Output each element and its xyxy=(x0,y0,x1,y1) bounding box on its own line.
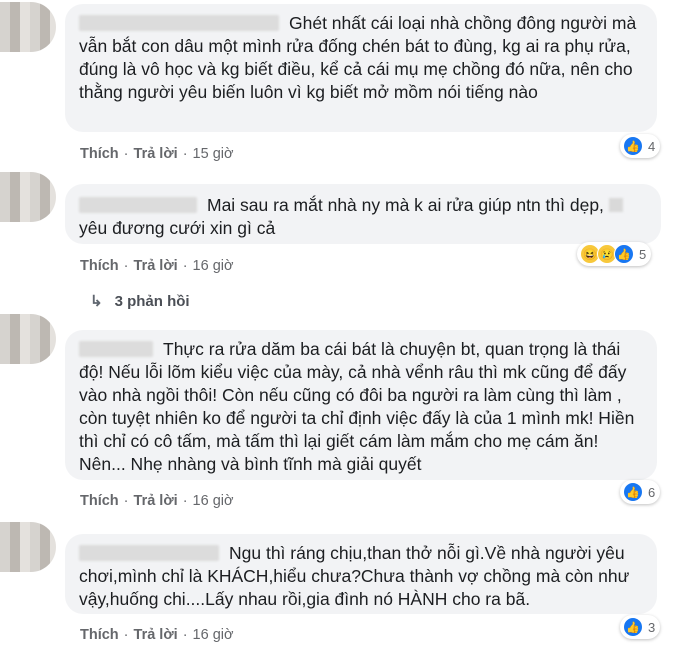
timestamp[interactable]: 16 giờ xyxy=(193,493,234,509)
blurred-author-name[interactable] xyxy=(79,197,197,213)
reaction-summary[interactable]: 👍 3 xyxy=(620,615,661,639)
like-icon: 👍 xyxy=(614,244,634,264)
avatar[interactable] xyxy=(0,172,56,222)
reply-arrow-icon: ↳ xyxy=(90,293,103,310)
like-icon: 👍 xyxy=(623,482,643,502)
blurred-author-name[interactable] xyxy=(79,545,219,561)
comment-text-line2: yêu đương cưới xin gì cả xyxy=(79,218,276,238)
reaction-summary[interactable]: 😆 😢 👍 5 xyxy=(577,242,652,266)
like-icon: 👍 xyxy=(623,136,643,156)
comment-text: Thực ra rửa dăm ba cái bát là chuyện bt,… xyxy=(79,339,635,474)
blurred-author-name[interactable] xyxy=(79,341,153,357)
reaction-summary[interactable]: 👍 6 xyxy=(620,480,661,504)
timestamp[interactable]: 15 giờ xyxy=(193,146,234,162)
reply-link[interactable]: Trả lời xyxy=(134,627,178,643)
reply-link[interactable]: Trả lời xyxy=(134,493,178,509)
reaction-count: 4 xyxy=(648,138,656,154)
blurred-emoji xyxy=(608,198,623,212)
avatar[interactable] xyxy=(0,2,56,52)
avatar[interactable] xyxy=(0,522,56,572)
comment-actions: Thích · Trả lời · 16 giờ xyxy=(80,493,234,509)
view-replies-link[interactable]: ↳ 3 phản hồi xyxy=(90,292,190,310)
comment-bubble: Thực ra rửa dăm ba cái bát là chuyện bt,… xyxy=(65,330,657,480)
reaction-count: 5 xyxy=(639,246,647,262)
comment-bubble: Ghét nhất cái loại nhà chồng đông người … xyxy=(65,4,657,132)
like-link[interactable]: Thích xyxy=(80,627,119,643)
comment-actions: Thích · Trả lời · 16 giờ xyxy=(80,627,234,643)
reply-link[interactable]: Trả lời xyxy=(134,258,178,274)
timestamp[interactable]: 16 giờ xyxy=(193,627,234,643)
blurred-author-name[interactable] xyxy=(79,15,279,31)
comment-actions: Thích · Trả lời · 15 giờ xyxy=(80,146,234,162)
like-link[interactable]: Thích xyxy=(80,146,119,162)
replies-count-label: 3 phản hồi xyxy=(114,293,190,310)
like-link[interactable]: Thích xyxy=(80,493,119,509)
comment-text: Mai sau ra mắt nhà ny mà k ai rửa giúp n… xyxy=(207,195,604,215)
like-link[interactable]: Thích xyxy=(80,258,119,274)
comment-bubble: Ngu thì ráng chịu,than thở nỗi gì.Về nhà… xyxy=(65,534,657,614)
like-icon: 👍 xyxy=(623,617,643,637)
avatar[interactable] xyxy=(0,314,56,364)
comment-actions: Thích · Trả lời · 16 giờ xyxy=(80,258,234,274)
reply-link[interactable]: Trả lời xyxy=(134,146,178,162)
comment-bubble: Mai sau ra mắt nhà ny mà k ai rửa giúp n… xyxy=(65,184,661,244)
reaction-count: 6 xyxy=(648,484,656,500)
reaction-summary[interactable]: 👍 4 xyxy=(620,134,661,158)
reaction-count: 3 xyxy=(648,619,656,635)
timestamp[interactable]: 16 giờ xyxy=(193,258,234,274)
